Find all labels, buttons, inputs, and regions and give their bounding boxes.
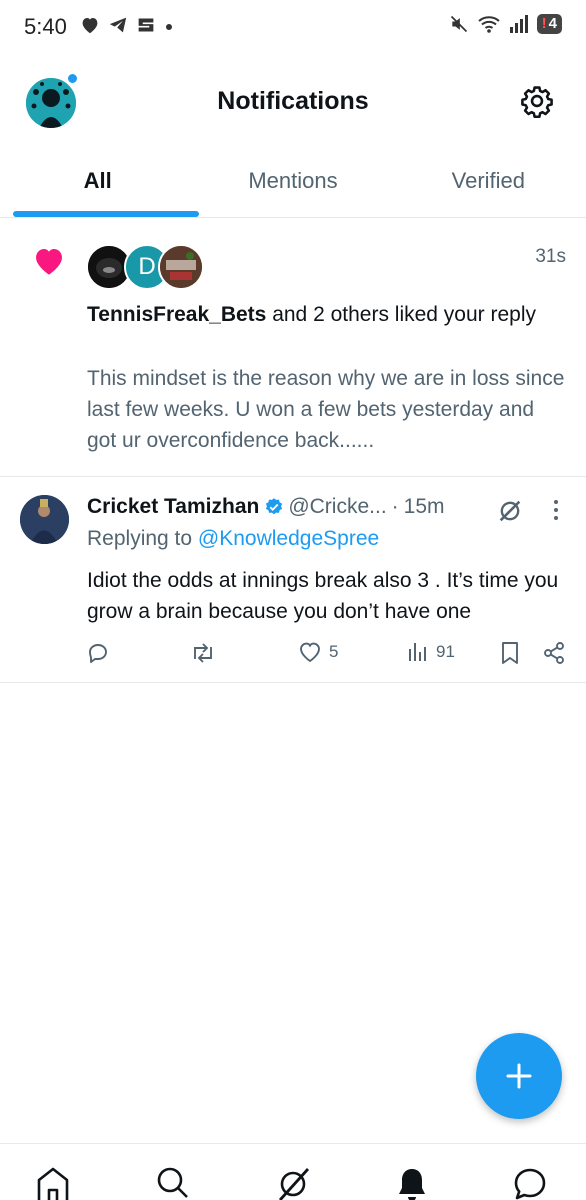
- tab-mentions[interactable]: Mentions: [195, 150, 390, 217]
- view-count: 91: [436, 642, 455, 661]
- nav-messages[interactable]: [512, 1166, 548, 1200]
- bottom-nav: [0, 1143, 586, 1200]
- repost-button[interactable]: [190, 641, 223, 665]
- share-button[interactable]: [542, 641, 566, 665]
- heart-icon: [36, 249, 62, 275]
- repost-icon: [194, 643, 212, 663]
- liker-name[interactable]: TennisFreak_Bets: [87, 303, 266, 326]
- reply-tweet[interactable]: Cricket Tamizhan @Cricke... · 15m Replyi…: [0, 477, 586, 683]
- like-notification[interactable]: D 31s TennisFreak_Bets and 2 others like…: [0, 218, 586, 477]
- notifications-icon: [399, 1169, 425, 1200]
- avatar[interactable]: [20, 495, 69, 544]
- nav-grok[interactable]: [275, 1166, 311, 1200]
- app-icon: [138, 18, 154, 32]
- share-icon: [544, 642, 564, 664]
- author-name[interactable]: Cricket Tamizhan: [87, 495, 259, 519]
- search-icon: [157, 1167, 188, 1198]
- telegram-icon: [109, 17, 127, 33]
- tab-all[interactable]: All: [0, 150, 195, 217]
- verified-badge-icon: [266, 498, 283, 515]
- mute-icon: [450, 15, 467, 33]
- mention-link[interactable]: @KnowledgeSpree: [198, 527, 379, 550]
- wifi-icon: [477, 16, 500, 33]
- dot-icon: [166, 24, 172, 30]
- tweet-time: 15m: [403, 495, 445, 518]
- status-time: 5:40: [24, 14, 67, 39]
- tab-bar: All Mentions Verified: [0, 150, 586, 218]
- like-count: 5: [329, 642, 339, 661]
- reply-icon: [89, 644, 107, 663]
- bookmark-icon: [502, 642, 518, 664]
- active-tab-indicator: [13, 211, 199, 217]
- like-button[interactable]: 5: [298, 641, 338, 663]
- nav-notifications[interactable]: [395, 1166, 429, 1200]
- views-button[interactable]: 91: [407, 641, 455, 663]
- page-title: Notifications: [217, 87, 369, 115]
- liked-reply-text: This mindset is the reason why we are in…: [87, 367, 565, 452]
- home-icon: [37, 1167, 69, 1200]
- unread-dot: [66, 72, 79, 85]
- messages-icon: [514, 1168, 546, 1200]
- status-left-icons: [80, 16, 174, 34]
- nav-search[interactable]: [155, 1166, 189, 1200]
- header: Notifications: [0, 70, 586, 134]
- more-options-icon[interactable]: [552, 497, 560, 523]
- grok-icon: [278, 1168, 310, 1200]
- notification-time: 31s: [535, 246, 566, 267]
- settings-button[interactable]: [520, 84, 554, 118]
- reply-button[interactable]: [86, 641, 117, 665]
- battery-badge: ! 4: [536, 14, 562, 34]
- notification-text: TennisFreak_Bets and 2 others liked your…: [87, 303, 537, 326]
- bookmark-button[interactable]: [500, 641, 520, 665]
- nav-home[interactable]: [36, 1166, 70, 1200]
- gear-icon: [521, 86, 553, 118]
- tweet-header: Cricket Tamizhan @Cricke... · 15m: [87, 495, 445, 519]
- author-handle[interactable]: @Cricke...: [288, 495, 386, 519]
- status-bar: 5:40 ! 4: [0, 0, 586, 56]
- status-right-icons: ! 4: [449, 14, 562, 34]
- grok-icon[interactable]: [496, 497, 524, 525]
- views-icon: [409, 643, 426, 661]
- signal-icon: [509, 15, 528, 33]
- compose-button[interactable]: [476, 1033, 562, 1119]
- avatar[interactable]: [158, 244, 204, 290]
- tweet-body: Idiot the odds at innings break also 3 .…: [87, 569, 559, 623]
- replying-to: Replying to @KnowledgeSpree: [87, 527, 380, 550]
- heart-icon: [82, 18, 98, 34]
- heart-outline-icon: [300, 642, 320, 663]
- tab-verified[interactable]: Verified: [391, 150, 586, 217]
- separator: ·: [391, 495, 399, 518]
- plus-icon: [506, 1063, 532, 1089]
- tweet-actions: 5 91: [86, 641, 568, 669]
